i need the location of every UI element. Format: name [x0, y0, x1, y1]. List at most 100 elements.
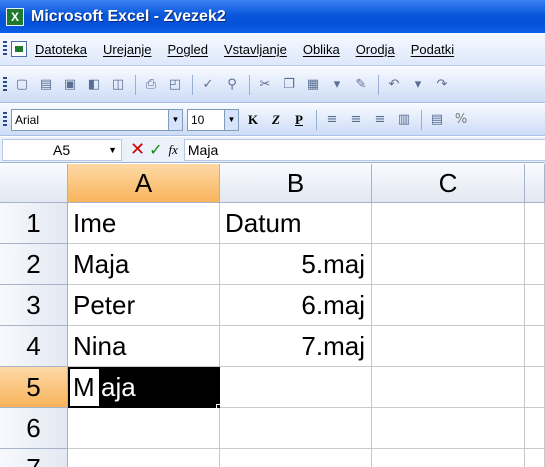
underline-button[interactable]: P — [289, 109, 309, 131]
cell-a5[interactable]: M aja — [68, 367, 220, 408]
chevron-down-icon[interactable]: ▼ — [224, 109, 238, 130]
email-icon[interactable]: ◫ — [107, 74, 129, 96]
column-header-d[interactable] — [525, 164, 545, 203]
enter-check-icon[interactable]: ✓ — [149, 140, 162, 159]
cell-d4[interactable] — [525, 326, 545, 367]
name-box-value: A5 — [53, 141, 71, 158]
menu-orodja[interactable]: Orodja — [356, 42, 395, 57]
menu-vstavljanje[interactable]: Vstavljanje — [224, 42, 287, 57]
open-icon[interactable]: ▤ — [35, 74, 57, 96]
cancel-icon[interactable]: ✕ — [130, 139, 145, 160]
row-header-2[interactable]: 2 — [0, 244, 68, 285]
cell-b6[interactable] — [220, 408, 372, 449]
cell-c1[interactable] — [372, 203, 525, 244]
cell-b1[interactable]: Datum — [220, 203, 372, 244]
toolbar-grip-icon[interactable] — [3, 76, 7, 93]
permission-icon[interactable]: ◧ — [83, 74, 105, 96]
align-center-icon[interactable]: ≡ — [345, 109, 367, 131]
row-header-4[interactable]: 4 — [0, 326, 68, 367]
cell-a2[interactable]: Maja — [68, 244, 220, 285]
paste-icon[interactable]: ▦ — [302, 74, 324, 96]
insert-function-button[interactable]: fx — [169, 142, 178, 158]
cell-d5[interactable] — [525, 367, 545, 408]
standard-toolbar: ▢ ▤ ▣ ◧ ◫ ⎙ ◰ ✓ ⚲ ✂ ❐ ▦ ▾ ✎ ↶ ▾ ↷ — [0, 67, 545, 103]
menu-urejanje[interactable]: Urejanje — [103, 42, 151, 57]
cell-b3[interactable]: 6.maj — [220, 285, 372, 326]
cell-b7[interactable] — [220, 449, 372, 467]
menu-bar: Datoteka Urejanje Pogled Vstavljanje Obl… — [0, 33, 545, 66]
cell-d6[interactable] — [525, 408, 545, 449]
cell-d1[interactable] — [525, 203, 545, 244]
font-name-select[interactable]: Arial ▼ — [11, 108, 183, 131]
cell-c7[interactable] — [372, 449, 525, 467]
bold-button[interactable]: K — [243, 109, 263, 131]
undo-icon[interactable]: ↶ — [383, 74, 405, 96]
chevron-down-icon[interactable]: ▼ — [108, 145, 117, 155]
undo-dropdown-icon[interactable]: ▾ — [407, 74, 429, 96]
new-icon[interactable]: ▢ — [11, 74, 33, 96]
toolbar-separator — [378, 74, 379, 95]
cell-d7[interactable] — [525, 449, 545, 467]
format-painter-icon[interactable]: ✎ — [350, 74, 372, 96]
row-header-1[interactable]: 1 — [0, 203, 68, 244]
paste-dropdown-icon[interactable]: ▾ — [326, 74, 348, 96]
menu-oblika[interactable]: Oblika — [303, 42, 340, 57]
name-box[interactable]: A5 ▼ — [2, 138, 122, 161]
cell-a4[interactable]: Nina — [68, 326, 220, 367]
copy-icon[interactable]: ❐ — [278, 74, 300, 96]
cell-c4[interactable] — [372, 326, 525, 367]
spelling-icon[interactable]: ✓ — [197, 74, 219, 96]
cut-icon[interactable]: ✂ — [254, 74, 276, 96]
toolbar-separator — [316, 109, 317, 130]
spreadsheet-grid: A B C 1 Ime Datum 2 Maja 5.maj 3 Peter 6… — [0, 164, 545, 467]
menu-podatki[interactable]: Podatki — [411, 42, 454, 57]
row-header-7[interactable]: 7 — [0, 449, 68, 467]
document-menu-icon[interactable] — [11, 41, 27, 57]
column-header-a[interactable]: A — [68, 164, 220, 203]
cell-c6[interactable] — [372, 408, 525, 449]
cell-c5[interactable] — [372, 367, 525, 408]
cell-a1[interactable]: Ime — [68, 203, 220, 244]
window-title: Microsoft Excel - Zvezek2 — [31, 7, 226, 25]
font-size-value: 10 — [191, 112, 205, 127]
cell-a6[interactable] — [68, 408, 220, 449]
chevron-down-icon[interactable]: ▼ — [168, 109, 182, 130]
row-header-6[interactable]: 6 — [0, 408, 68, 449]
cell-c3[interactable] — [372, 285, 525, 326]
cell-c2[interactable] — [372, 244, 525, 285]
cell-b2[interactable]: 5.maj — [220, 244, 372, 285]
merge-center-icon[interactable]: ▥ — [393, 109, 415, 131]
currency-icon[interactable]: ▤ — [426, 109, 448, 131]
cell-d3[interactable] — [525, 285, 545, 326]
italic-button[interactable]: Z — [266, 109, 286, 131]
font-size-select[interactable]: 10 ▼ — [187, 108, 239, 131]
toolbar-grip-icon[interactable] — [3, 41, 7, 57]
align-left-icon[interactable]: ≡ — [321, 109, 343, 131]
menu-datoteka[interactable]: Datoteka — [35, 42, 87, 57]
redo-icon[interactable]: ↷ — [431, 74, 453, 96]
row-header-5[interactable]: 5 — [0, 367, 68, 408]
cell-b4[interactable]: 7.maj — [220, 326, 372, 367]
select-all-corner[interactable] — [0, 164, 68, 203]
cell-d2[interactable] — [525, 244, 545, 285]
print-preview-icon[interactable]: ◰ — [164, 74, 186, 96]
formatting-toolbar: Arial ▼ 10 ▼ K Z P ≡ ≡ ≡ ▥ ▤ % — [0, 104, 545, 136]
selected-text: aja — [101, 372, 136, 402]
print-icon[interactable]: ⎙ — [140, 74, 162, 96]
save-icon[interactable]: ▣ — [59, 74, 81, 96]
column-header-c[interactable]: C — [372, 164, 525, 203]
align-right-icon[interactable]: ≡ — [369, 109, 391, 131]
research-icon[interactable]: ⚲ — [221, 74, 243, 96]
excel-app-icon[interactable]: X — [6, 7, 24, 26]
toolbar-grip-icon[interactable] — [3, 111, 7, 128]
menu-pogled[interactable]: Pogled — [167, 42, 207, 57]
formula-input[interactable]: Maja — [183, 138, 545, 161]
toolbar-separator — [135, 74, 136, 95]
row-header-3[interactable]: 3 — [0, 285, 68, 326]
cell-a7[interactable] — [68, 449, 220, 467]
percent-button[interactable]: % — [450, 109, 472, 131]
cell-b5[interactable] — [220, 367, 372, 408]
column-header-b[interactable]: B — [220, 164, 372, 203]
toolbar-separator — [421, 109, 422, 130]
cell-a3[interactable]: Peter — [68, 285, 220, 326]
